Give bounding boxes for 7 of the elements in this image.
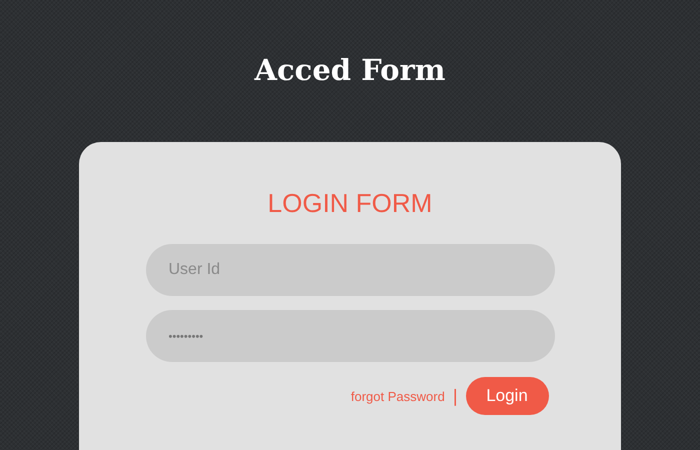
user-id-field[interactable]: User Id xyxy=(146,244,554,296)
forgot-password-link[interactable]: forgot Password xyxy=(350,388,445,404)
page-title: Acced Form xyxy=(254,52,446,89)
password-field[interactable]: ••••••••• xyxy=(146,310,554,362)
login-button[interactable]: Login xyxy=(466,377,548,415)
form-heading: LOGIN FORM xyxy=(268,187,432,220)
separator: | xyxy=(452,386,458,406)
